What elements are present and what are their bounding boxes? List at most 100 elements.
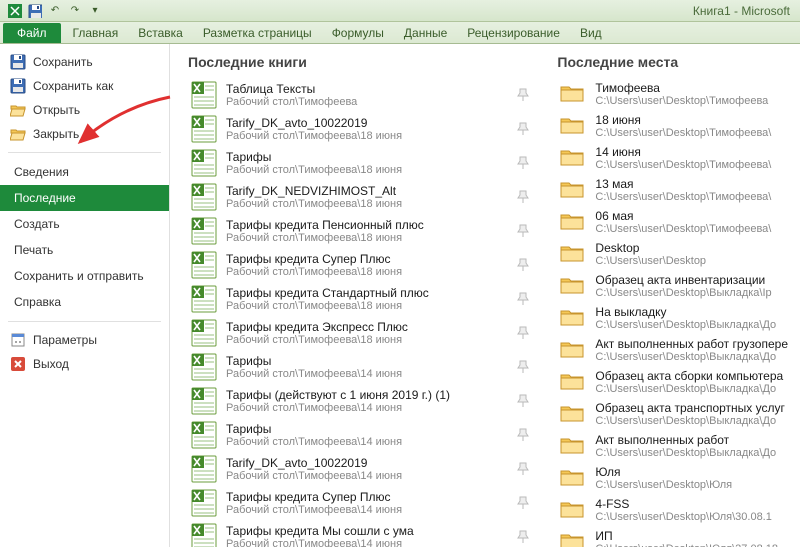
pin-icon[interactable]	[515, 155, 531, 171]
recent-place-row[interactable]: ЮляC:\Users\user\Desktop\Юля	[557, 462, 790, 494]
recent-file-row[interactable]: Tarify_DK_avto_10022019Рабочий стол\Тимо…	[188, 452, 533, 486]
recent-place-row[interactable]: Акт выполненных работ грузопереC:\Users\…	[557, 334, 790, 366]
place-name: Образец акта транспортных услуг	[595, 401, 788, 415]
folder-icon	[559, 307, 587, 329]
place-path: C:\Users\user\Desktop\Тимофеева\	[595, 127, 788, 139]
recent-file-row[interactable]: Тарифы кредита Супер ПлюсРабочий стол\Ти…	[188, 486, 533, 520]
sidebar-item-4[interactable]: Сведения	[0, 159, 169, 185]
place-path: C:\Users\user\Desktop\Юля\27.08.18	[595, 543, 788, 547]
file-path: Рабочий стол\Тимофеева\14 июня	[226, 538, 507, 547]
excel-file-icon	[190, 353, 218, 381]
recent-file-row[interactable]: Таблица ТекстыРабочий стол\Тимофеева	[188, 78, 533, 112]
recent-file-row[interactable]: Тарифы кредита Стандартный плюсРабочий с…	[188, 282, 533, 316]
recent-place-row[interactable]: 4-FSSC:\Users\user\Desktop\Юля\30.08.1	[557, 494, 790, 526]
recent-place-row[interactable]: 06 маяC:\Users\user\Desktop\Тимофеева\	[557, 206, 790, 238]
save-icon	[10, 54, 26, 70]
pin-icon[interactable]	[515, 427, 531, 443]
place-path: C:\Users\user\Desktop\Выкладка\До	[595, 415, 788, 427]
recent-files-column: Последние книги Таблица ТекстыРабочий ст…	[188, 54, 539, 547]
pin-icon[interactable]	[515, 223, 531, 239]
open-icon	[10, 102, 26, 118]
pin-icon[interactable]	[515, 461, 531, 477]
pin-icon[interactable]	[515, 257, 531, 273]
place-name: Образец акта сборки компьютера	[595, 369, 788, 383]
recent-file-row[interactable]: Тарифы кредита Мы сошли с умаРабочий сто…	[188, 520, 533, 547]
sidebar-item-9[interactable]: Справка	[0, 289, 169, 315]
pin-icon[interactable]	[515, 291, 531, 307]
pin-icon[interactable]	[515, 87, 531, 103]
ribbon-tab[interactable]: Формулы	[322, 22, 394, 43]
recent-place-row[interactable]: На выкладкуC:\Users\user\Desktop\Выкладк…	[557, 302, 790, 334]
sidebar-item-2[interactable]: Открыть	[0, 98, 169, 122]
recent-place-row[interactable]: Образец акта транспортных услугC:\Users\…	[557, 398, 790, 430]
recent-file-row[interactable]: Тарифы (действуют с 1 июня 2019 г.) (1)Р…	[188, 384, 533, 418]
sidebar-item-8[interactable]: Сохранить и отправить	[0, 263, 169, 289]
ribbon-tab[interactable]: Данные	[394, 22, 457, 43]
undo-icon[interactable]: ↶	[46, 2, 64, 20]
excel-file-icon	[190, 523, 218, 547]
pin-icon[interactable]	[515, 121, 531, 137]
recent-file-row[interactable]: Тарифы кредита Экспресс ПлюсРабочий стол…	[188, 316, 533, 350]
place-meta: ТимофееваC:\Users\user\Desktop\Тимофеева	[595, 81, 788, 107]
ribbon-tab[interactable]: Рецензирование	[457, 22, 570, 43]
excel-file-icon	[190, 455, 218, 483]
recent-file-row[interactable]: ТарифыРабочий стол\Тимофеева\14 июня	[188, 350, 533, 384]
pin-icon[interactable]	[515, 359, 531, 375]
sidebar-item-1[interactable]: Сохранить как	[0, 74, 169, 98]
recent-place-row[interactable]: 18 июняC:\Users\user\Desktop\Тимофеева\	[557, 110, 790, 142]
ribbon-tab[interactable]: Вставка	[128, 22, 193, 43]
recent-place-row[interactable]: 14 июняC:\Users\user\Desktop\Тимофеева\	[557, 142, 790, 174]
redo-icon[interactable]: ↷	[66, 2, 84, 20]
pin-icon[interactable]	[515, 495, 531, 511]
save-qat-icon[interactable]	[26, 2, 44, 20]
sidebar-item-10[interactable]: Параметры	[0, 328, 169, 352]
recent-place-row[interactable]: Акт выполненных работC:\Users\user\Deskt…	[557, 430, 790, 462]
recent-file-row[interactable]: ТарифыРабочий стол\Тимофеева\18 июня	[188, 146, 533, 180]
recent-place-row[interactable]: Образец акта сборки компьютераC:\Users\u…	[557, 366, 790, 398]
place-path: C:\Users\user\Desktop\Юля	[595, 479, 788, 491]
file-name: Tarify_DK_NEDVIZHIMOST_Alt	[226, 184, 507, 198]
recent-files-list[interactable]: Таблица ТекстыРабочий стол\ТимофееваTari…	[188, 78, 539, 547]
place-name: 13 мая	[595, 177, 788, 191]
file-meta: ТарифыРабочий стол\Тимофеева\14 июня	[226, 422, 507, 448]
place-meta: Образец акта инвентаризацииC:\Users\user…	[595, 273, 788, 299]
qat-dropdown-icon[interactable]: ▾	[86, 2, 104, 20]
ribbon-tab[interactable]: Разметка страницы	[193, 22, 322, 43]
place-meta: 14 июняC:\Users\user\Desktop\Тимофеева\	[595, 145, 788, 171]
excel-icon[interactable]	[6, 2, 24, 20]
recent-file-row[interactable]: ТарифыРабочий стол\Тимофеева\14 июня	[188, 418, 533, 452]
place-meta: На выкладкуC:\Users\user\Desktop\Выкладк…	[595, 305, 788, 331]
place-name: Юля	[595, 465, 788, 479]
recent-place-row[interactable]: DesktopC:\Users\user\Desktop	[557, 238, 790, 270]
recent-places-list[interactable]: ТимофееваC:\Users\user\Desktop\Тимофеева…	[557, 78, 796, 547]
recent-file-row[interactable]: Tarify_DK_NEDVIZHIMOST_AltРабочий стол\Т…	[188, 180, 533, 214]
sidebar-item-7[interactable]: Печать	[0, 237, 169, 263]
pin-icon[interactable]	[515, 325, 531, 341]
sidebar-item-0[interactable]: Сохранить	[0, 50, 169, 74]
sidebar-item-11[interactable]: Выход	[0, 352, 169, 376]
titlebar: ↶ ↷ ▾ Книга1 - Microsoft	[0, 0, 800, 22]
recent-file-row[interactable]: Tarify_DK_avto_10022019Рабочий стол\Тимо…	[188, 112, 533, 146]
place-name: 06 мая	[595, 209, 788, 223]
file-tab[interactable]: Файл	[3, 23, 61, 43]
recent-file-row[interactable]: Тарифы кредита Супер ПлюсРабочий стол\Ти…	[188, 248, 533, 282]
recent-place-row[interactable]: ТимофееваC:\Users\user\Desktop\Тимофеева	[557, 78, 790, 110]
file-name: Тарифы кредита Экспресс Плюс	[226, 320, 507, 334]
file-meta: Tarify_DK_NEDVIZHIMOST_AltРабочий стол\Т…	[226, 184, 507, 210]
recent-place-row[interactable]: Образец акта инвентаризацииC:\Users\user…	[557, 270, 790, 302]
pin-icon[interactable]	[515, 189, 531, 205]
recent-file-row[interactable]: Тарифы кредита Пенсионный плюсРабочий ст…	[188, 214, 533, 248]
ribbon-tab[interactable]: Вид	[570, 22, 612, 43]
sidebar-item-6[interactable]: Создать	[0, 211, 169, 237]
sidebar-item-label: Открыть	[33, 103, 80, 117]
folder-icon	[559, 403, 587, 425]
pin-icon[interactable]	[515, 393, 531, 409]
ribbon-tab[interactable]: Главная	[63, 22, 129, 43]
place-meta: 13 маяC:\Users\user\Desktop\Тимофеева\	[595, 177, 788, 203]
sidebar-item-5[interactable]: Последние	[0, 185, 169, 211]
sidebar-item-3[interactable]: Закрыть	[0, 122, 169, 146]
pin-icon[interactable]	[515, 529, 531, 545]
excel-file-icon	[190, 183, 218, 211]
recent-place-row[interactable]: ИПC:\Users\user\Desktop\Юля\27.08.18	[557, 526, 790, 547]
recent-place-row[interactable]: 13 маяC:\Users\user\Desktop\Тимофеева\	[557, 174, 790, 206]
